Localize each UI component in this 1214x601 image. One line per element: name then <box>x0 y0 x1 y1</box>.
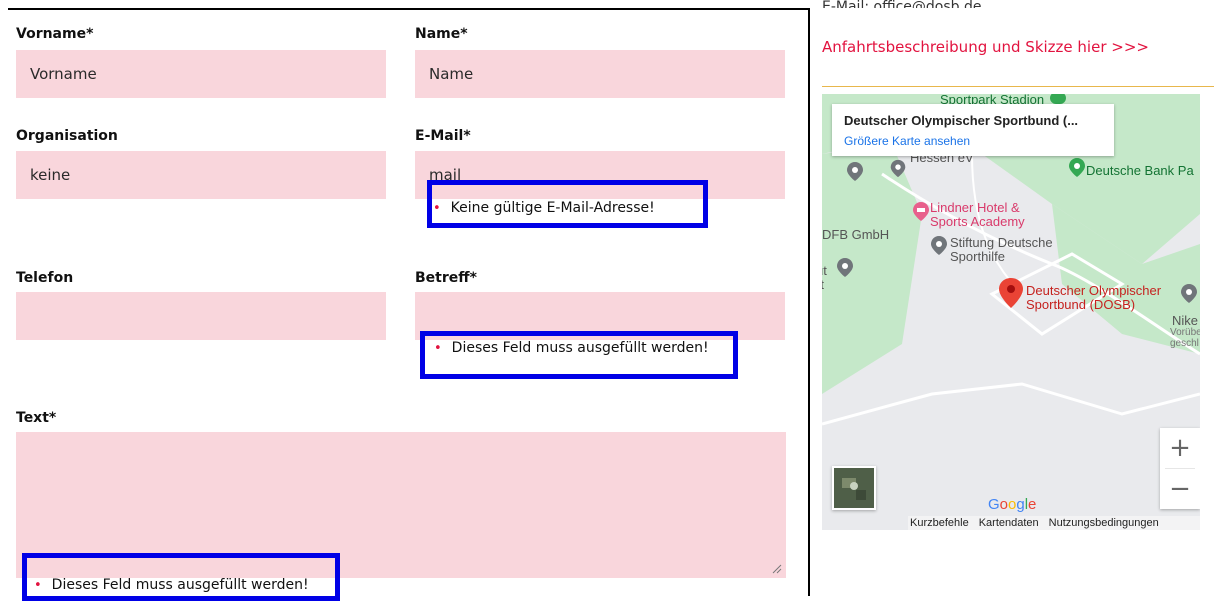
vorname-input[interactable]: Vorname <box>16 50 386 98</box>
satellite-view-toggle[interactable] <box>832 466 876 510</box>
keyboard-shortcuts-link[interactable]: Kurzbefehle <box>910 517 969 529</box>
map-label-nike-sub: Vorübe geschl <box>1170 327 1200 349</box>
map-label-lindner: Lindner Hotel & Sports Academy <box>930 200 1025 229</box>
organisation-input[interactable]: keine <box>16 151 386 199</box>
park-pin-icon[interactable] <box>1066 156 1088 178</box>
telefon-label: Telefon <box>16 270 74 286</box>
text-label: Text* <box>16 410 57 426</box>
map-label-sporthilfe: Stiftung Deutsche Sporthilfe <box>950 235 1053 264</box>
text-error-text: Dieses Feld muss ausgefüllt werden! <box>51 577 309 593</box>
place-info-card: Deutscher Olympischer Sportbund (... Grö… <box>832 104 1114 156</box>
divider <box>822 86 1214 87</box>
zoom-controls: + − <box>1160 428 1200 509</box>
organisation-value: keine <box>30 166 71 184</box>
map-label-dosb: Deutscher Olympischer Sportbund (DOSB) <box>1026 283 1162 312</box>
zoom-in-button[interactable]: + <box>1160 428 1200 468</box>
place-pin-icon[interactable] <box>928 234 950 256</box>
map-label-deutsche-bank: Deutsche Bank Pa <box>1086 163 1194 178</box>
contact-email: E-Mail: office@dosb.de <box>822 0 982 8</box>
frame-right-border <box>808 8 810 596</box>
text-error-message: • Dieses Feld muss ausgefüllt werden! <box>34 577 309 593</box>
shop-pin-icon[interactable] <box>1178 282 1200 304</box>
larger-map-link[interactable]: Größere Karte ansehen <box>844 134 970 148</box>
place-pin-icon[interactable] <box>834 256 856 278</box>
hotel-pin-icon[interactable] <box>910 200 932 222</box>
organisation-label: Organisation <box>16 128 118 144</box>
selected-location-pin-icon[interactable] <box>996 276 1026 310</box>
error-bullet-icon: • <box>34 577 42 593</box>
email-error-message: • Keine gültige E-Mail-Adresse! <box>433 200 655 216</box>
frame-top-border <box>8 8 810 10</box>
map-label-nike: Nike <box>1172 313 1199 328</box>
betreff-error-message: • Dieses Feld muss ausgefüllt werden! <box>434 340 709 356</box>
place-pin-icon[interactable] <box>888 158 908 178</box>
satellite-thumbnail-icon <box>834 468 874 508</box>
error-bullet-icon: • <box>433 200 441 216</box>
zoom-out-button[interactable]: − <box>1160 469 1200 509</box>
map-background <box>822 94 1200 530</box>
map-footer: Kurzbefehle Kartendaten Nutzungsbedingun… <box>908 516 1200 530</box>
name-value: Name <box>429 65 474 83</box>
vorname-value: Vorname <box>30 65 97 83</box>
terms-link[interactable]: Nutzungsbedingungen <box>1049 517 1159 529</box>
map-data-link[interactable]: Kartendaten <box>979 517 1039 529</box>
google-logo: Google <box>988 496 1036 513</box>
embedded-map[interactable]: Sportpark Stadion tj Landessportbund Hes… <box>822 94 1200 530</box>
error-bullet-icon: • <box>434 340 442 356</box>
vorname-label: Vorname* <box>16 26 94 42</box>
map-label-dfb: DFB GmbH <box>822 227 890 242</box>
betreff-error-text: Dieses Feld muss ausgefüllt werden! <box>451 340 709 356</box>
place-pin-icon[interactable] <box>844 160 866 182</box>
google-logo-text: Google <box>988 496 1037 513</box>
email-error-text: Keine gültige E-Mail-Adresse! <box>450 200 655 216</box>
email-label: E-Mail* <box>415 128 471 144</box>
place-title: Deutscher Olympischer Sportbund (... <box>844 113 1079 128</box>
resize-handle-icon[interactable] <box>772 564 782 574</box>
name-input[interactable]: Name <box>415 50 785 98</box>
directions-link[interactable]: Anfahrtsbeschreibung und Skizze hier >>> <box>822 38 1149 56</box>
name-label: Name* <box>415 26 468 42</box>
telefon-input[interactable] <box>16 292 386 340</box>
betreff-label: Betreff* <box>415 270 477 286</box>
